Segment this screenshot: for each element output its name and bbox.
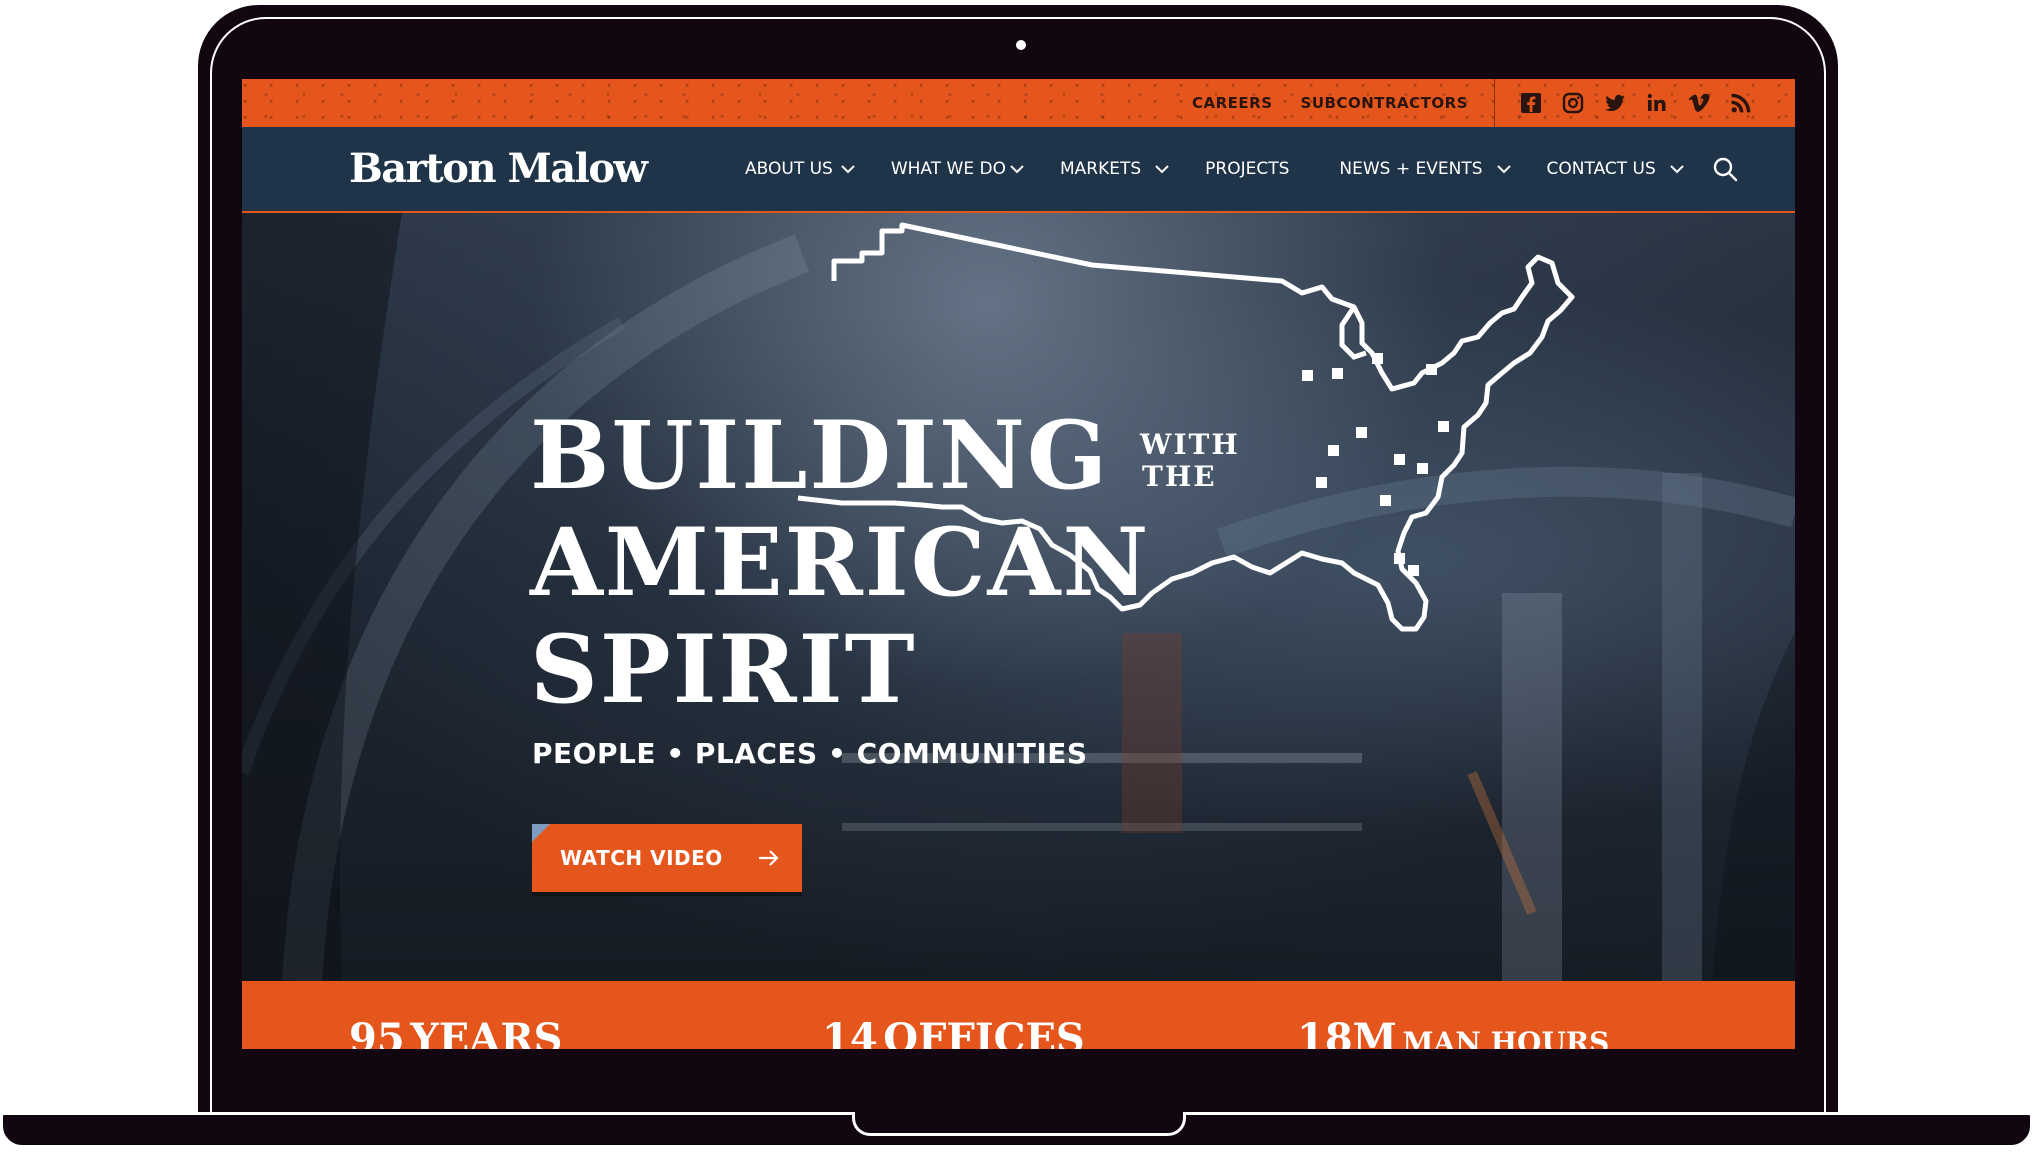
facebook-icon[interactable] — [1519, 91, 1543, 115]
browser-screen: CAREERS SUBCONTRACTORS Barton Malow ABOU… — [242, 79, 1795, 1049]
hero-headline-with: WITH — [1140, 428, 1240, 461]
nav-label: CONTACT US — [1546, 159, 1656, 179]
hero-tagline: PEOPLE • PLACES • COMMUNITIES — [532, 737, 1088, 770]
stat-man-hours: 18M MAN HOURS — [1297, 1015, 1609, 1049]
stat-label: YEARS — [410, 1015, 563, 1049]
arrow-right-icon — [759, 850, 779, 866]
nav-label: MARKETS — [1059, 159, 1142, 179]
hero-headline-spirit: SPIRIT — [530, 615, 917, 725]
utility-links: CAREERS SUBCONTRACTORS — [1192, 79, 1495, 127]
chevron-down-icon — [1010, 165, 1024, 174]
nav-item-projects[interactable]: PROJECTS — [1205, 159, 1289, 179]
chevron-down-icon — [1496, 165, 1511, 174]
watch-video-label: WATCH VIDEO — [560, 846, 723, 870]
office-markers — [1302, 353, 1449, 576]
stat-number: 18M — [1297, 1015, 1397, 1049]
stat-offices: 14 OFFICES — [822, 1015, 1085, 1049]
laptop-notch — [852, 1112, 1186, 1136]
stat-number: 14 — [822, 1015, 878, 1049]
hero-headline-the: THE — [1142, 460, 1217, 493]
nav-item-markets[interactable]: MARKETS — [1060, 159, 1169, 179]
nav-item-about-us[interactable]: ABOUT US — [745, 159, 855, 179]
stat-number: 95 — [349, 1015, 405, 1049]
search-icon[interactable] — [1712, 156, 1738, 182]
twitter-icon[interactable] — [1603, 91, 1627, 115]
stat-label: OFFICES — [883, 1015, 1085, 1049]
watch-video-button[interactable]: WATCH VIDEO — [532, 824, 802, 892]
main-nav: Barton Malow ABOUT US WHAT WE DO MARKETS… — [242, 127, 1795, 213]
rss-icon[interactable] — [1729, 91, 1753, 115]
linkedin-icon[interactable] — [1645, 91, 1669, 115]
vimeo-icon[interactable] — [1687, 91, 1711, 115]
nav-label: WHAT WE DO — [890, 159, 1006, 179]
careers-link[interactable]: CAREERS — [1192, 94, 1273, 112]
utility-bar: CAREERS SUBCONTRACTORS — [242, 79, 1795, 127]
stat-years: 95 YEARS — [349, 1015, 562, 1049]
stat-label: MAN HOURS — [1402, 1026, 1610, 1049]
chevron-down-icon — [1155, 165, 1169, 174]
chevron-down-icon — [1670, 165, 1684, 174]
nav-item-contact-us[interactable]: CONTACT US — [1547, 159, 1684, 179]
instagram-icon[interactable] — [1561, 91, 1585, 115]
social-icons — [1495, 91, 1795, 115]
nav-item-news-events[interactable]: NEWS + EVENTS — [1339, 159, 1511, 179]
nav-label: PROJECTS — [1205, 159, 1290, 179]
chevron-down-icon — [841, 165, 855, 174]
camera-dot — [1016, 40, 1026, 50]
nav-item-what-we-do[interactable]: WHAT WE DO — [891, 159, 1024, 179]
hero-headline-building: BUILDING — [530, 401, 1110, 511]
nav-label: NEWS + EVENTS — [1339, 159, 1483, 179]
nav-menu: ABOUT US WHAT WE DO MARKETS PROJECTS NEW… — [745, 127, 1720, 211]
stats-bar: 95 YEARS 14 OFFICES 18M MAN HOURS — [242, 981, 1795, 1049]
barton-malow-logo[interactable]: Barton Malow — [349, 145, 648, 192]
hero-section: BUILDING WITH THE AMERICAN SPIRIT PEOPLE… — [242, 213, 1795, 981]
hero-headline-american: AMERICAN — [530, 508, 1151, 618]
subcontractors-link[interactable]: SUBCONTRACTORS — [1301, 94, 1468, 112]
nav-label: ABOUT US — [745, 159, 833, 179]
